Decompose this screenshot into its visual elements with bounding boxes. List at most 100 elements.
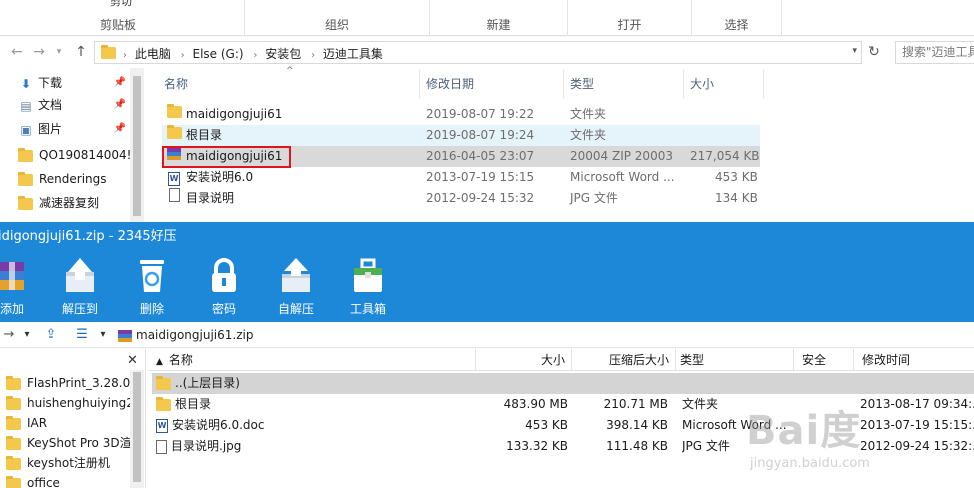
- scrollbar-thumb[interactable]: [133, 372, 141, 482]
- password-button[interactable]: 密码: [194, 256, 254, 316]
- folder-icon: [166, 104, 182, 118]
- chevron-down-icon[interactable]: ▾: [96, 325, 110, 345]
- nav-item-folder[interactable]: 减速器复刻: [18, 192, 130, 214]
- column-header-size[interactable]: 大小: [684, 70, 764, 98]
- tree-item[interactable]: IAR: [6, 413, 130, 433]
- pin-icon[interactable]: 📌: [114, 94, 126, 116]
- archiver-folder-tree: ✕ FlashPrint_3.28.0_w huishenghuiying20 …: [0, 349, 146, 488]
- column-header-type[interactable]: 类型: [676, 349, 794, 371]
- add-button[interactable]: 添加: [0, 256, 42, 316]
- nav-item-documents[interactable]: ▤ 文档 📌: [18, 94, 130, 116]
- add-icon: [0, 256, 30, 294]
- nav-item-label: Renderings: [39, 172, 107, 186]
- nav-item-pictures[interactable]: ▣ 图片 📌: [18, 118, 130, 140]
- archive-row[interactable]: 根目录 483.90 MB 210.71 MB 文件夹 2013-08-17 0…: [152, 394, 974, 415]
- search-input[interactable]: 搜索"迈迪工具集": [895, 41, 974, 64]
- file-size: 453 KB: [715, 170, 758, 184]
- chevron-down-icon[interactable]: ▾: [20, 325, 34, 345]
- folder-icon: [18, 195, 33, 210]
- entry-modified: 2013-08-17 09:34:...: [860, 397, 974, 411]
- folder-icon: [6, 395, 21, 410]
- column-header-size[interactable]: 大小: [476, 349, 572, 371]
- ribbon-group-new: 新建: [430, 0, 568, 36]
- archive-row-parent[interactable]: ..(上层目录): [152, 373, 974, 394]
- ribbon-group-organize: 组织: [245, 0, 430, 36]
- nav-scrollbar[interactable]: [130, 68, 144, 222]
- nav-item-label: 图片: [38, 122, 63, 136]
- pin-icon[interactable]: 📌: [114, 118, 126, 140]
- archive-row[interactable]: 目录说明.jpg 133.32 KB 111.48 KB JPG 文件 2012…: [152, 436, 974, 457]
- file-row[interactable]: maidigongjuji61 2019-08-07 19:22 文件夹: [162, 104, 760, 125]
- recent-dropdown-button[interactable]: ▾: [50, 42, 68, 62]
- nav-item-downloads[interactable]: ⬇ 下载 📌: [18, 72, 130, 94]
- tree-item[interactable]: FlashPrint_3.28.0_w: [6, 373, 130, 393]
- tree-scrollbar[interactable]: [130, 370, 144, 488]
- column-header-name[interactable]: ▲ 名称: [148, 349, 476, 371]
- file-name-cell: 目录说明: [166, 188, 234, 209]
- nav-item-folder[interactable]: Renderings: [18, 168, 130, 190]
- breadcrumb-installers[interactable]: 安装包: [265, 47, 301, 61]
- download-icon: ⬇: [20, 76, 32, 91]
- address-bar[interactable]: › 此电脑 › Else (G:) › 安装包 › 迈迪工具集 ▾: [94, 41, 862, 64]
- breadcrumb-drive[interactable]: Else (G:): [193, 47, 244, 61]
- up-level-icon[interactable]: ⇪: [40, 325, 62, 345]
- file-date: 2013-07-19 15:15: [426, 170, 535, 184]
- chevron-right-icon: ›: [180, 50, 185, 61]
- up-button[interactable]: ↑: [72, 42, 90, 62]
- file-date: 2019-08-07 19:22: [426, 107, 535, 121]
- toolbar-label: 自解压: [277, 302, 314, 316]
- scrollbar-thumb[interactable]: [133, 76, 141, 216]
- file-name: 安装说明6.0: [186, 170, 254, 184]
- column-header-modified[interactable]: 修改时间: [854, 349, 974, 371]
- breadcrumb-this-pc[interactable]: 此电脑: [135, 47, 171, 61]
- file-row[interactable]: W 安装说明6.0 2013-07-19 15:15 Microsoft Word…: [162, 167, 760, 188]
- archive-path[interactable]: maidigongjuji61.zip: [118, 325, 253, 345]
- breadcrumb-current-folder[interactable]: 迈迪工具集: [323, 47, 383, 61]
- column-header-date[interactable]: 修改日期: [420, 70, 564, 98]
- refresh-button[interactable]: ↻: [864, 42, 884, 62]
- entry-packed-size: 210.71 MB: [603, 397, 668, 411]
- column-header-type[interactable]: 类型: [564, 70, 684, 98]
- folder-icon: [6, 475, 21, 488]
- ribbon-group-label: 选择: [724, 18, 749, 32]
- self-extract-button[interactable]: 自解压: [266, 256, 326, 316]
- file-size: 134 KB: [715, 191, 758, 205]
- file-name: 目录说明: [186, 191, 235, 205]
- close-icon[interactable]: ✕: [127, 353, 138, 368]
- pin-icon[interactable]: 📌: [114, 72, 126, 94]
- delete-button[interactable]: 删除: [122, 256, 182, 316]
- archiver-address-bar: → ▾ ⇪ ☰ ▾ maidigongjuji61.zip: [0, 322, 974, 348]
- file-size: 217,054 KB: [690, 149, 760, 163]
- cut-button[interactable]: 剪切: [110, 0, 132, 9]
- column-header-packed-size[interactable]: 压缩后大小: [572, 349, 676, 371]
- tree-item[interactable]: keyshot注册机: [6, 453, 130, 473]
- tree-item[interactable]: KeyShot Pro 3D渲: [6, 433, 130, 453]
- archive-row[interactable]: W 安装说明6.0.doc 453 KB 398.14 KB Microsoft …: [152, 415, 974, 436]
- extract-to-button[interactable]: 解压到: [50, 256, 110, 316]
- nav-item-folder[interactable]: QO190814004!: [18, 144, 130, 166]
- entry-packed-size: 398.14 KB: [606, 418, 668, 432]
- entry-size: 133.32 KB: [506, 439, 568, 453]
- word-document-icon: W: [168, 172, 180, 186]
- chevron-down-icon[interactable]: ▾: [852, 46, 857, 56]
- entry-name-cell: 根目录: [156, 394, 211, 415]
- forward-button[interactable]: →: [30, 42, 48, 62]
- entry-packed-size: 111.48 KB: [606, 439, 668, 453]
- back-button[interactable]: ←: [8, 42, 26, 62]
- toolbar-label: 添加: [0, 302, 24, 316]
- window-title: idigongjuji61.zip - 2345好压: [0, 229, 177, 244]
- column-header-name[interactable]: 名称: [158, 70, 420, 98]
- column-header-security[interactable]: 安全: [794, 349, 854, 371]
- tree-item[interactable]: office: [6, 473, 130, 488]
- back-icon[interactable]: →: [2, 325, 16, 345]
- lock-icon: [206, 256, 242, 294]
- toolbox-button[interactable]: 工具箱: [338, 256, 398, 316]
- chevron-right-icon: ›: [311, 50, 316, 61]
- view-list-icon[interactable]: ☰: [72, 325, 92, 345]
- file-row[interactable]: 根目录 2019-08-07 19:24 文件夹: [162, 125, 760, 146]
- tree-item[interactable]: huishenghuiying20: [6, 393, 130, 413]
- toolbar-label: 删除: [139, 302, 164, 316]
- archive-path-text: maidigongjuji61.zip: [136, 328, 254, 342]
- file-list-header: 名称 修改日期 类型 大小: [158, 70, 764, 98]
- file-row[interactable]: 目录说明 2012-09-24 15:32 JPG 文件 134 KB: [162, 188, 760, 209]
